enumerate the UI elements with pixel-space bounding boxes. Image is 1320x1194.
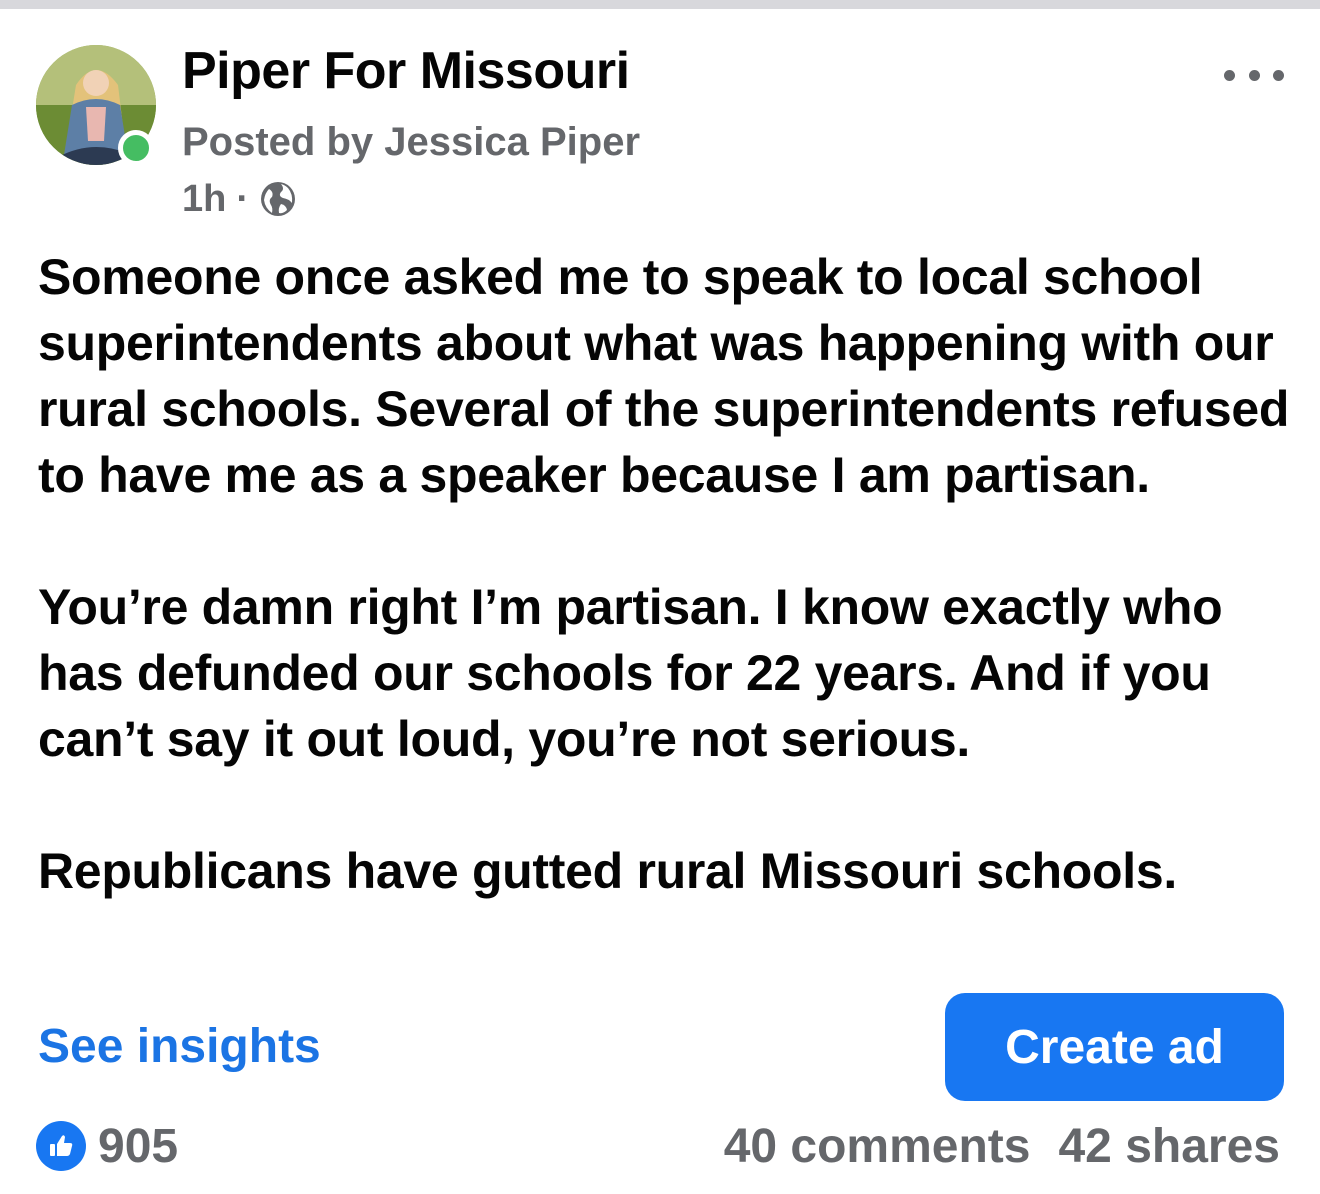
post-paragraph: You’re damn right I’m partisan. I know e… (38, 579, 1223, 767)
more-dot (1248, 69, 1260, 81)
engagement-counts: 40 comments 42 shares (724, 1118, 1280, 1174)
post-paragraph: Republicans have gutted rural Missouri s… (38, 843, 1177, 899)
comments-count[interactable]: 40 comments (724, 1119, 1031, 1174)
online-status-indicator (118, 130, 154, 166)
like-icon (36, 1121, 86, 1171)
reaction-count: 905 (98, 1119, 179, 1173)
more-dot (1224, 69, 1235, 81)
meta-separator: · (236, 177, 250, 220)
top-divider (0, 0, 1320, 9)
globe-icon[interactable] (259, 180, 297, 218)
create-ad-button[interactable]: Create ad (945, 993, 1284, 1101)
post-time[interactable]: 1h (182, 178, 226, 221)
page-name[interactable]: Piper For Missouri (182, 40, 630, 102)
more-options-icon[interactable] (1224, 58, 1284, 92)
posted-by-label: Posted by Jessica Piper (182, 120, 641, 164)
reactions-summary[interactable]: 905 (36, 1118, 178, 1174)
post-meta: 1h · (182, 176, 297, 222)
shares-count[interactable]: 42 shares (1058, 1119, 1280, 1174)
more-dot (1273, 69, 1284, 81)
post-body: Someone once asked me to speak to local … (38, 244, 1298, 904)
see-insights-link[interactable]: See insights (38, 1016, 321, 1078)
post-paragraph: Someone once asked me to speak to local … (38, 249, 1290, 503)
